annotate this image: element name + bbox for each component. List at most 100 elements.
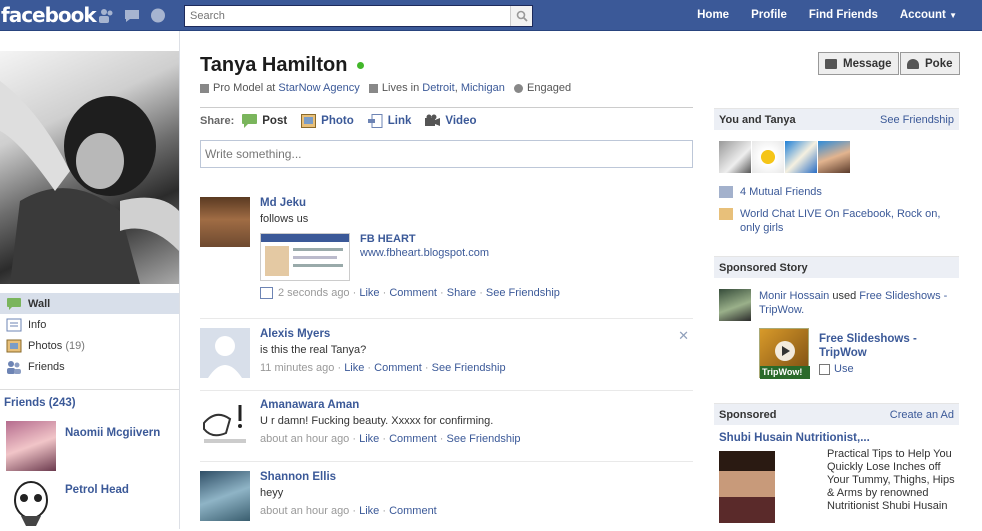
shared-page-link-2[interactable]: Rock on xyxy=(897,208,937,220)
friend-name[interactable]: Naomii Mcgiivern xyxy=(65,421,160,471)
friend-item[interactable]: Naomii Mcgiivern xyxy=(6,421,179,471)
see-friendship-link[interactable]: See Friendship xyxy=(486,287,560,299)
sponsored-app-title[interactable]: Free Slideshows - TripWow xyxy=(819,332,949,360)
message-button[interactable]: Message xyxy=(818,52,899,75)
you-and-header: You and Tanya See Friendship xyxy=(714,108,959,130)
post-author[interactable]: Md Jeku xyxy=(260,197,560,209)
use-app-link[interactable]: Use xyxy=(834,362,854,376)
close-icon[interactable]: ✕ xyxy=(678,328,689,344)
nav-friends-label: Friends xyxy=(28,360,65,373)
shared-link-url[interactable]: www.fbheart.blogspot.com xyxy=(360,247,489,259)
share-link-button[interactable]: Link xyxy=(367,114,411,128)
mutual-friend-avatar[interactable] xyxy=(785,141,817,173)
nav-home[interactable]: Home xyxy=(686,0,740,31)
facebook-logo[interactable]: facebook xyxy=(1,3,97,27)
shared-link-title[interactable]: FB HEART xyxy=(360,233,489,245)
nav-photos-label: Photos xyxy=(28,339,63,352)
friends-icon xyxy=(6,360,22,374)
messages-icon[interactable] xyxy=(124,8,140,23)
sponsored-story-title: Sponsored Story xyxy=(719,261,808,274)
profile-name-text[interactable]: Tanya Hamilton xyxy=(200,54,347,76)
see-friendship-link[interactable]: See Friendship xyxy=(432,362,506,374)
friend-avatar[interactable] xyxy=(6,478,56,528)
see-friendship-link[interactable]: See Friendship xyxy=(880,114,954,126)
comment-link[interactable]: Comment xyxy=(374,362,422,374)
post-text: follows us xyxy=(260,213,309,225)
post-time[interactable]: about an hour ago xyxy=(260,433,349,445)
comment-link[interactable]: Comment xyxy=(389,505,437,517)
ad-text: Practical Tips to Help You Quickly Lose … xyxy=(827,448,955,512)
mutual-friends-row: 4 Mutual Friends xyxy=(719,185,822,199)
nav-info[interactable]: Info xyxy=(0,314,179,335)
ad-title[interactable]: Shubi Husain Nutritionist,... xyxy=(719,432,870,444)
post-meta: 11 minutes ago · Like · Comment · See Fr… xyxy=(260,362,506,374)
nav-wall[interactable]: Wall xyxy=(0,293,179,314)
post-author-avatar[interactable] xyxy=(200,197,250,247)
nav-friends[interactable]: Friends xyxy=(0,356,179,377)
city-link[interactable]: Detroit xyxy=(422,82,454,94)
home-icon xyxy=(368,83,378,93)
sponsor-user-link[interactable]: Monir Hossain xyxy=(759,290,829,302)
share-video-button[interactable]: Video xyxy=(425,114,477,128)
share-photo-button[interactable]: Photo xyxy=(301,114,354,128)
post-time[interactable]: 2 seconds ago xyxy=(278,287,350,299)
post-author-avatar[interactable] xyxy=(200,328,250,378)
state-link[interactable]: Michigan xyxy=(461,82,505,94)
write-something-input[interactable]: Write something... xyxy=(200,140,693,168)
shared-page-link-3[interactable]: only girls xyxy=(740,222,783,234)
nav-info-label: Info xyxy=(28,318,47,331)
like-link[interactable]: Like xyxy=(359,433,379,445)
ad-image[interactable] xyxy=(719,451,775,523)
post-time[interactable]: 11 minutes ago xyxy=(260,362,334,374)
comment-link[interactable]: Comment xyxy=(389,433,437,445)
search-input[interactable] xyxy=(185,6,507,26)
friends-heading[interactable]: Friends (243) xyxy=(4,397,76,409)
friend-item[interactable]: Petrol Head xyxy=(6,478,179,528)
post-author-avatar[interactable] xyxy=(200,471,250,521)
nav-profile[interactable]: Profile xyxy=(740,0,798,31)
post-text: U r damn! Fucking beauty. Xxxxx for conf… xyxy=(260,415,494,427)
notifications-icon[interactable] xyxy=(150,8,166,23)
create-an-ad-link[interactable]: Create an Ad xyxy=(890,409,954,421)
post-author[interactable]: Alexis Myers xyxy=(260,328,506,340)
friend-name[interactable]: Petrol Head xyxy=(65,478,129,528)
wall-post: Md Jeku follows us FB HEART www.fbheart.… xyxy=(200,197,693,319)
post-body: Md Jeku follows us FB HEART www.fbheart.… xyxy=(260,197,560,300)
profile-picture[interactable] xyxy=(0,51,179,284)
mutual-friend-avatar[interactable] xyxy=(818,141,850,173)
shared-page-link[interactable]: World Chat LIVE On Facebook xyxy=(740,208,891,220)
mutual-friend-avatar[interactable] xyxy=(752,141,784,173)
poke-button[interactable]: Poke xyxy=(900,52,960,75)
comment-link[interactable]: Comment xyxy=(389,287,437,299)
friend-requests-icon[interactable] xyxy=(98,8,114,23)
like-link[interactable]: Like xyxy=(359,505,379,517)
post-meta: about an hour ago · Like · Comment xyxy=(260,505,437,517)
message-icon xyxy=(825,58,837,69)
post-time[interactable]: about an hour ago xyxy=(260,505,349,517)
share-post-button[interactable]: Post xyxy=(242,114,287,128)
job-company-link[interactable]: StarNow Agency xyxy=(278,82,359,94)
search-icon[interactable] xyxy=(510,6,532,26)
post-author-avatar[interactable] xyxy=(200,399,250,449)
share-link[interactable]: Share xyxy=(447,287,476,299)
mutual-friend-avatar[interactable] xyxy=(719,141,751,173)
poke-button-label: Poke xyxy=(925,57,953,70)
use-app-row: Use xyxy=(819,362,949,376)
photos-icon xyxy=(6,339,22,353)
tripwow-thumb-label: TripWow! xyxy=(762,367,803,377)
nav-account[interactable]: Account ▼ xyxy=(889,0,968,31)
friend-avatar[interactable] xyxy=(6,421,56,471)
sponsor-user-avatar[interactable] xyxy=(719,289,751,321)
nav-find-friends[interactable]: Find Friends xyxy=(798,0,889,31)
like-link[interactable]: Like xyxy=(344,362,364,374)
post-body: Alexis Myers is this the real Tanya? 11 … xyxy=(260,328,506,374)
shared-link-thumbnail[interactable] xyxy=(260,233,350,281)
see-friendship-link[interactable]: See Friendship xyxy=(447,433,521,445)
post-author[interactable]: Amanawara Aman xyxy=(260,399,521,411)
mutual-friends-link[interactable]: 4 Mutual Friends xyxy=(740,185,822,199)
tripwow-thumbnail[interactable]: TripWow! xyxy=(759,328,810,379)
like-link[interactable]: Like xyxy=(359,287,379,299)
share-photo-label: Photo xyxy=(321,115,354,127)
nav-photos[interactable]: Photos (19) xyxy=(0,335,179,356)
post-author[interactable]: Shannon Ellis xyxy=(260,471,437,483)
